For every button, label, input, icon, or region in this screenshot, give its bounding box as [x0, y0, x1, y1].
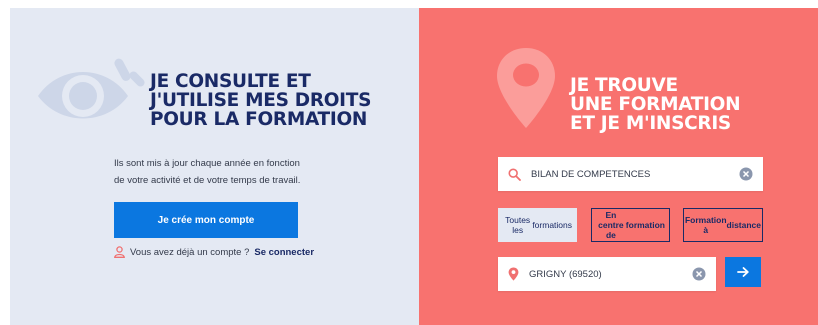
- filter-distance-learning[interactable]: Formation à distance: [683, 208, 763, 242]
- create-account-button[interactable]: Je crée mon compte: [114, 202, 298, 238]
- rights-panel: JE CONSULTE ET J'UTILISE MES DROITS POUR…: [10, 8, 419, 325]
- training-search-field: [498, 157, 763, 191]
- rights-description: Ils sont mis à jour chaque année en fonc…: [114, 158, 301, 186]
- search-submit-button[interactable]: [725, 257, 761, 287]
- filter-all-trainings[interactable]: Toutes les formations: [498, 208, 577, 242]
- filter-in-center[interactable]: En centre de formation: [591, 208, 670, 242]
- training-search-panel: JE TROUVE UNE FORMATION ET JE M'INSCRIS …: [419, 8, 818, 325]
- rights-heading: JE CONSULTE ET J'UTILISE MES DROITS POUR…: [150, 71, 372, 130]
- login-prompt-text: Vous avez déjà un compte ?: [130, 246, 250, 258]
- eye-icon: [38, 58, 145, 119]
- training-mode-filters: Toutes les formations En centre de forma…: [498, 208, 763, 242]
- user-icon: [114, 246, 125, 258]
- clear-search-icon[interactable]: [739, 167, 753, 181]
- location-input[interactable]: [529, 268, 692, 280]
- page: JE CONSULTE ET J'UTILISE MES DROITS POUR…: [0, 0, 818, 325]
- search-icon: [508, 167, 521, 181]
- training-heading: JE TROUVE UNE FORMATION ET JE M'INSCRIS: [570, 75, 741, 134]
- map-pin-icon: [497, 48, 555, 128]
- login-link[interactable]: Se connecter: [254, 247, 314, 258]
- login-prompt: Vous avez déjà un compte ? Se connecter: [114, 246, 314, 258]
- location-field: [498, 257, 716, 291]
- arrow-right-icon: [737, 267, 749, 277]
- clear-location-icon[interactable]: [692, 267, 706, 281]
- training-search-input[interactable]: [531, 168, 739, 180]
- location-pin-icon: [508, 267, 519, 281]
